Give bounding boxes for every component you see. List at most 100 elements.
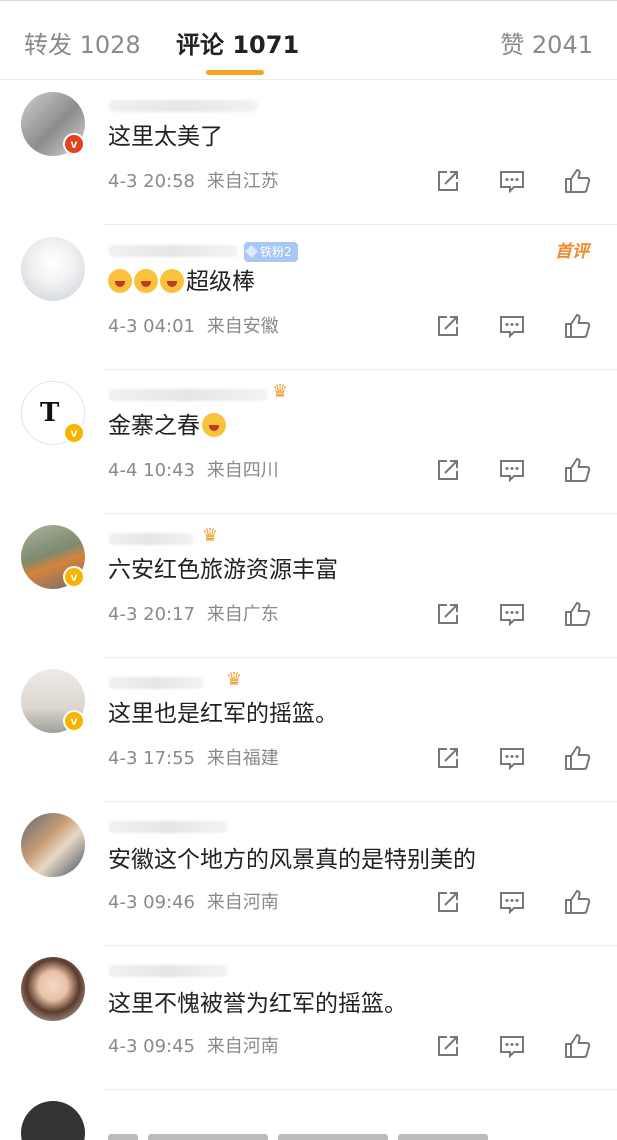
comment-text-content: 超级棒 bbox=[186, 269, 255, 295]
username-blurred[interactable] bbox=[108, 965, 228, 977]
thumbs-up-icon bbox=[565, 746, 591, 770]
thumbs-up-icon bbox=[565, 314, 591, 338]
comment-text: 这里不愧被誉为红军的摇篮。 bbox=[108, 991, 407, 1017]
reply-button[interactable] bbox=[497, 599, 527, 629]
member-crown-icon: ♛ bbox=[272, 381, 289, 402]
tab-comment[interactable]: 评论 1071 bbox=[176, 30, 299, 60]
thumbs-up-icon bbox=[565, 1034, 591, 1058]
top-divider bbox=[0, 0, 617, 6]
share-icon bbox=[438, 171, 458, 191]
share-button[interactable] bbox=[433, 311, 463, 341]
tab-like[interactable]: 赞 2041 bbox=[500, 30, 593, 60]
thumbs-up-icon bbox=[565, 890, 591, 914]
comment-icon bbox=[500, 748, 524, 771]
comment-time: 4-3 04:01 bbox=[108, 316, 195, 337]
share-button[interactable] bbox=[433, 887, 463, 917]
reply-button[interactable] bbox=[497, 1031, 527, 1061]
username-blurred[interactable] bbox=[108, 245, 238, 257]
comment-meta: 4-3 20:58 来自江苏 bbox=[108, 170, 279, 194]
emoji-icon bbox=[202, 413, 226, 437]
username-blurred[interactable] bbox=[108, 533, 194, 545]
emoji-icon bbox=[108, 269, 132, 293]
comment-location: 来自江苏 bbox=[206, 171, 279, 192]
thumbs-up-icon bbox=[565, 602, 591, 626]
active-tab-indicator bbox=[206, 70, 264, 75]
comment-location: 来自河南 bbox=[206, 1036, 279, 1057]
reply-button[interactable] bbox=[497, 311, 527, 341]
comment-time: 4-3 20:58 bbox=[108, 171, 195, 192]
like-button[interactable] bbox=[562, 743, 592, 773]
like-button[interactable] bbox=[562, 887, 592, 917]
emoji-icon bbox=[134, 269, 158, 293]
like-button[interactable] bbox=[562, 311, 592, 341]
username-blurred[interactable] bbox=[108, 821, 228, 833]
comment-meta: 4-3 04:01 来自安徽 bbox=[108, 315, 279, 339]
comment-time: 4-3 09:46 bbox=[108, 892, 195, 913]
like-button[interactable] bbox=[562, 599, 592, 629]
like-button[interactable] bbox=[562, 455, 592, 485]
comment-time: 4-3 17:55 bbox=[108, 748, 195, 769]
member-crown-icon: ♛ bbox=[202, 525, 219, 546]
comment-icon bbox=[500, 316, 524, 339]
comment-text-cut-off bbox=[108, 1124, 608, 1140]
comment-item: 这里不愧被誉为红军的摇篮。 4-3 09:45 来自河南 bbox=[0, 945, 617, 1090]
emoji-icon bbox=[160, 269, 184, 293]
comment-text: 这里也是红军的摇篮。 bbox=[108, 701, 338, 727]
comment-icon bbox=[500, 604, 524, 627]
comment-location: 来自福建 bbox=[206, 748, 279, 769]
share-button[interactable] bbox=[433, 1031, 463, 1061]
share-button[interactable] bbox=[433, 743, 463, 773]
share-icon bbox=[438, 892, 458, 912]
share-icon bbox=[438, 1036, 458, 1056]
reply-button[interactable] bbox=[497, 455, 527, 485]
share-button[interactable] bbox=[433, 599, 463, 629]
reply-button[interactable] bbox=[497, 743, 527, 773]
username-blurred[interactable] bbox=[108, 677, 204, 689]
tab-repost[interactable]: 转发 1028 bbox=[24, 30, 141, 60]
comment-meta: 4-3 09:46 来自河南 bbox=[108, 891, 279, 915]
like-button[interactable] bbox=[562, 166, 592, 196]
thumbs-up-icon bbox=[565, 169, 591, 193]
reply-button[interactable] bbox=[497, 887, 527, 917]
share-button[interactable] bbox=[433, 455, 463, 485]
comment-tabs: 转发 1028 评论 1071 赞 2041 bbox=[0, 0, 617, 80]
comment-location: 来自河南 bbox=[206, 892, 279, 913]
share-button[interactable] bbox=[433, 166, 463, 196]
comment-icon bbox=[500, 892, 524, 915]
reply-button[interactable] bbox=[497, 166, 527, 196]
comment-time: 4-4 10:43 bbox=[108, 460, 195, 481]
member-crown-icon: ♛ bbox=[226, 669, 243, 690]
verified-badge-icon: v bbox=[63, 422, 85, 444]
first-comment-tag: 首评 bbox=[555, 242, 589, 262]
comment-item: 安徽这个地方的风景真的是特别美的 4-3 09:46 来自河南 bbox=[0, 801, 617, 946]
comment-icon bbox=[500, 171, 524, 194]
comment-item: T v ♛ 金寨之春 4-4 10:43 来自四川 bbox=[0, 369, 617, 514]
comment-text-content: 金寨之春 bbox=[108, 413, 200, 439]
divider bbox=[104, 1089, 617, 1090]
fan-badge: 铁粉2 bbox=[244, 242, 298, 262]
comment-item: 铁粉2 首评 超级棒 4-3 04:01 来自安徽 bbox=[0, 225, 617, 370]
comment-location: 来自安徽 bbox=[206, 316, 279, 337]
like-button[interactable] bbox=[562, 1031, 592, 1061]
comment-location: 来自广东 bbox=[206, 604, 279, 625]
comment-meta: 4-3 20:17 来自广东 bbox=[108, 603, 279, 627]
username-blurred[interactable] bbox=[108, 389, 268, 401]
avatar[interactable] bbox=[21, 813, 85, 877]
share-icon bbox=[438, 748, 458, 768]
verified-badge-icon: v bbox=[63, 710, 85, 732]
comment-time: 4-3 20:17 bbox=[108, 604, 195, 625]
comment-icon bbox=[500, 460, 524, 483]
comment-text: 这里太美了 bbox=[108, 124, 223, 150]
comment-item: v ♛ 这里也是红军的摇篮。 4-3 17:55 来自福建 bbox=[0, 657, 617, 802]
avatar[interactable] bbox=[21, 237, 85, 301]
comment-time: 4-3 09:45 bbox=[108, 1036, 195, 1057]
avatar[interactable] bbox=[21, 1101, 85, 1140]
verified-badge-icon: v bbox=[63, 133, 85, 155]
username-blurred[interactable] bbox=[108, 100, 258, 112]
thumbs-up-icon bbox=[565, 458, 591, 482]
comment-meta: 4-3 09:45 来自河南 bbox=[108, 1035, 279, 1059]
avatar[interactable] bbox=[21, 957, 85, 1021]
comment-item: v 这里太美了 4-3 20:58 来自江苏 bbox=[0, 80, 617, 225]
comment-text: 六安红色旅游资源丰富 bbox=[108, 557, 338, 583]
comment-icon bbox=[500, 1036, 524, 1059]
